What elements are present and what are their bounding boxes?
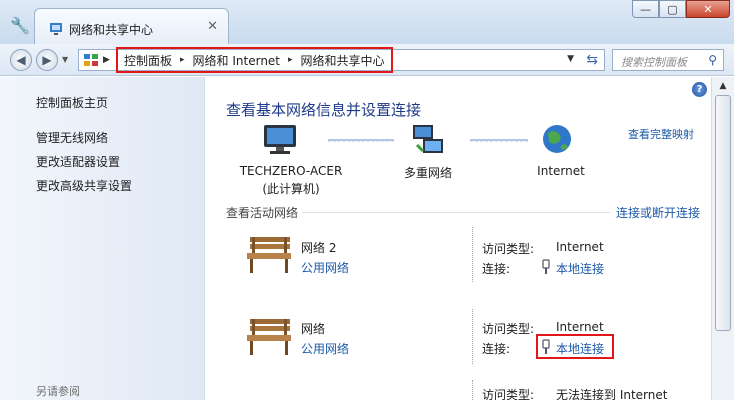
ethernet-icon [542, 339, 550, 354]
search-input[interactable]: 搜索控制面板 [621, 54, 687, 70]
window-tab: 网络和共享中心 ✕ [34, 8, 229, 44]
navigation-bar: ◀ ▶ ▼ ▶ 控制面板 ▸ 网络和 Internet ▸ 网络和共享中心 ▼ … [0, 44, 734, 76]
recent-pages-chevron-icon[interactable]: ▼ [62, 55, 68, 64]
address-dropdown-icon[interactable]: ▼ [567, 54, 574, 64]
map-connector [328, 139, 394, 142]
access-type-label: 访问类型: [482, 388, 535, 400]
window-title: 网络和共享中心 [69, 23, 154, 37]
breadcrumb-network-sharing-center[interactable]: 网络和共享中心 [301, 52, 385, 69]
arrow-left-icon: ◀ [16, 53, 26, 67]
network-center-icon [50, 23, 62, 35]
public-network-bench-icon [247, 319, 291, 355]
window-controls: — ▢ ✕ [632, 0, 730, 20]
sidebar: 控制面板主页 管理无线网络 更改适配器设置 更改高级共享设置 另请参阅 [0, 77, 205, 400]
connection-label: 连接: [482, 262, 511, 276]
forward-button[interactable]: ▶ [36, 49, 58, 71]
computer-sub-label: (此计算机) [262, 182, 320, 196]
breadcrumb-separator-icon[interactable]: ▸ [180, 55, 185, 65]
network-divider [472, 227, 473, 282]
public-network-bench-icon [247, 237, 291, 273]
wrench-icon[interactable]: 🔧 [10, 16, 30, 35]
network-divider [472, 380, 473, 400]
network-name: 网络 2 [301, 241, 337, 255]
title-bar: 🔧 网络和共享中心 ✕ — ▢ ✕ [0, 0, 734, 44]
sidebar-item-manage-wireless[interactable]: 管理无线网络 [36, 129, 108, 146]
minimize-button[interactable]: — [632, 0, 659, 18]
network-type-link[interactable]: 公用网络 [301, 259, 349, 276]
access-type-value: Internet [556, 320, 604, 334]
maximize-button[interactable]: ▢ [659, 0, 686, 18]
ethernet-icon [542, 259, 550, 274]
close-button[interactable]: ✕ [686, 0, 730, 18]
main-content: ? 查看基本网络信息并设置连接 查看完整映射 TECHZERO-ACER (此计… [206, 77, 711, 400]
scroll-up-icon[interactable]: ▲ [712, 77, 734, 94]
multiple-networks-icon [413, 125, 443, 153]
multiple-networks-label: 多重网络 [403, 166, 452, 180]
control-panel-icon [84, 54, 98, 66]
address-bar[interactable]: ▶ 控制面板 ▸ 网络和 Internet ▸ 网络和共享中心 ▼ ⇆ [78, 47, 605, 73]
arrow-right-icon: ▶ [42, 53, 52, 67]
access-type-label: 访问类型: [482, 322, 535, 336]
breadcrumb-root-separator-icon[interactable]: ▶ [103, 55, 110, 65]
sidebar-item-adapter-settings[interactable]: 更改适配器设置 [36, 153, 120, 170]
breadcrumb-control-panel[interactable]: 控制面板 [124, 52, 172, 69]
internet-label: Internet [537, 164, 585, 178]
active-networks-heading: 查看活动网络 [226, 206, 299, 220]
search-icon[interactable]: ⚲ [708, 53, 717, 67]
see-also-heading: 另请参阅 [36, 385, 80, 398]
globe-icon [543, 125, 571, 153]
network-name: 网络 [301, 322, 326, 336]
vertical-scrollbar[interactable]: ▲ [711, 77, 734, 400]
breadcrumb-separator-icon[interactable]: ▸ [288, 55, 293, 65]
computer-name-label: TECHZERO-ACER [239, 164, 343, 178]
full-map-link[interactable]: 查看完整映射 [628, 126, 694, 142]
access-type-value: 无法连接到 Internet [556, 388, 668, 400]
connection-label: 连接: [482, 342, 511, 356]
help-button[interactable]: ? [692, 82, 707, 97]
scroll-thumb[interactable] [715, 95, 731, 331]
search-box[interactable]: 搜索控制面板 ⚲ [612, 49, 724, 71]
local-connection-link[interactable]: 本地连接 [556, 260, 604, 277]
breadcrumb: 控制面板 ▸ 网络和 Internet ▸ 网络和共享中心 [116, 47, 393, 73]
network-divider [472, 309, 473, 364]
sidebar-home-link[interactable]: 控制面板主页 [36, 94, 108, 111]
local-connection-link[interactable]: 本地连接 [556, 340, 604, 357]
refresh-icon[interactable]: ⇆ [586, 52, 598, 68]
connect-disconnect-link[interactable]: 连接或断开连接 [616, 204, 700, 221]
section-divider [302, 212, 610, 213]
back-button[interactable]: ◀ [10, 49, 32, 71]
computer-icon [264, 125, 296, 154]
access-type-label: 访问类型: [482, 242, 535, 256]
breadcrumb-network-internet[interactable]: 网络和 Internet [193, 52, 280, 69]
network-type-link[interactable]: 公用网络 [301, 340, 349, 357]
sidebar-item-advanced-sharing[interactable]: 更改高级共享设置 [36, 177, 132, 194]
access-type-value: Internet [556, 240, 604, 254]
tab-close-icon[interactable]: ✕ [207, 19, 218, 34]
page-title: 查看基本网络信息并设置连接 [226, 101, 422, 119]
map-connector [470, 139, 528, 142]
